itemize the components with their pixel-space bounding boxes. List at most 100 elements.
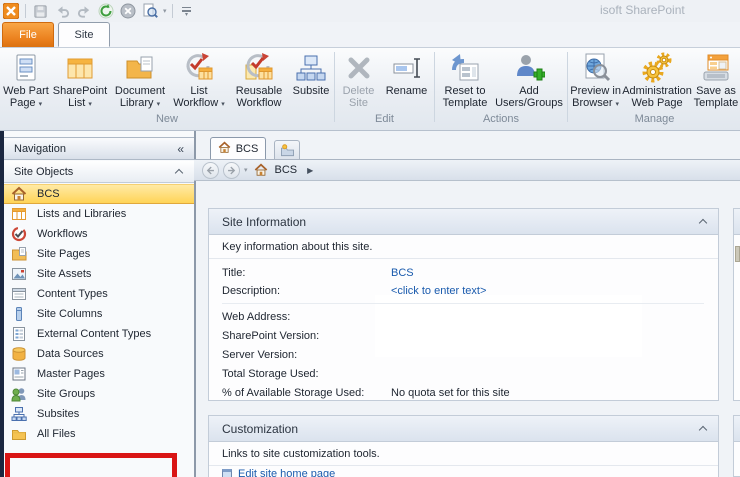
app-icon[interactable] (2, 2, 20, 20)
customization-header[interactable]: Customization (209, 416, 718, 442)
panel-title: Site Information (222, 214, 307, 229)
new-tab-button[interactable] (274, 140, 300, 159)
group-label-actions: Actions (482, 113, 520, 125)
field-label: Title: (222, 267, 246, 279)
redo-icon[interactable] (75, 2, 93, 20)
undo-icon[interactable] (53, 2, 71, 20)
customization-panel: Customization Links to site customizatio… (208, 415, 719, 477)
dropdown-caret-icon: ▾ (221, 101, 225, 108)
reusable-workflow-icon (243, 52, 275, 84)
qat-separator (171, 4, 173, 18)
quota-value: No quota set for this site (391, 387, 510, 399)
sidebar-item-lists-and-libraries[interactable]: Lists and Libraries (4, 204, 194, 224)
home-icon (218, 141, 231, 157)
site-information-panel: Site Information Key information about t… (208, 208, 719, 401)
sharepoint-list-button[interactable]: SharePoint List ▾ (50, 50, 110, 112)
panel-title: Customization (222, 421, 299, 436)
ribbon-tab-row: File Site (0, 22, 740, 47)
sidebar-item-workflows[interactable]: Workflows (4, 224, 194, 244)
pane-splitter[interactable] (194, 131, 196, 477)
delete-site-button: Delete Site (337, 50, 381, 112)
sidebar-item-all-files[interactable]: All Files (4, 424, 194, 444)
navigation-pane-header[interactable]: Navigation « (4, 137, 194, 160)
subsite-button[interactable]: Subsite (290, 50, 332, 112)
sidebar-item-external-content-types[interactable]: External Content Types (4, 324, 194, 344)
save-as-template-button[interactable]: Save as Template (692, 50, 740, 112)
red-highlight-annotation (5, 453, 177, 477)
sidebar-item-data-sources[interactable]: Data Sources (4, 344, 194, 364)
navigation-title: Navigation (14, 142, 66, 155)
rename-button[interactable]: Rename (381, 50, 433, 112)
sidebar-item-master-pages[interactable]: Master Pages (4, 364, 194, 384)
site-groups-icon (11, 386, 27, 402)
ribbon-group-manage: Preview in Browser ▾ Administration Web … (569, 50, 740, 128)
customize-qat-icon[interactable]: ▾ (178, 2, 196, 20)
sidebar-item-content-types[interactable]: Content Types (4, 284, 194, 304)
collapse-section-icon[interactable] (174, 168, 184, 178)
customization-subtitle: Links to site customization tools. (209, 442, 718, 466)
sidebar-item-site-groups[interactable]: Site Groups (4, 384, 194, 404)
reset-to-template-button[interactable]: Reset to Template (437, 50, 493, 112)
group-label-manage: Manage (634, 113, 675, 125)
field-label: SharePoint Version: (222, 330, 320, 342)
save-as-template-icon (700, 52, 732, 84)
collapse-pane-icon[interactable]: « (177, 142, 184, 156)
ribbon-separator (567, 52, 568, 122)
preview-icon[interactable] (141, 2, 159, 20)
tab-site[interactable]: Site (58, 22, 110, 47)
site-information-header[interactable]: Site Information (209, 209, 718, 235)
document-library-button[interactable]: Document Library ▾ (110, 50, 170, 112)
site-information-subtitle: Key information about this site. (209, 235, 718, 259)
sidebar-item-site-columns[interactable]: Site Columns (4, 304, 194, 324)
sidebar-item-bcs[interactable]: BCS (4, 184, 194, 204)
breadcrumb-bar: ▾ BCS ▶ (194, 159, 740, 181)
reset-to-template-icon (449, 52, 481, 84)
sharepoint-list-icon (64, 52, 96, 84)
preview-in-browser-button[interactable]: Preview in Browser ▾ (569, 50, 622, 112)
site-pages-icon (11, 246, 27, 262)
site-title-link[interactable]: BCS (391, 267, 414, 279)
content-types-icon (11, 286, 27, 302)
field-label: Description: (222, 285, 281, 297)
site-information-body: Title: BCS Description: <click to enter … (209, 259, 718, 400)
site-objects-title: Site Objects (14, 165, 74, 178)
add-users-groups-button[interactable]: Add Users/Groups (493, 50, 565, 112)
master-pages-icon (11, 366, 27, 382)
reusable-workflow-button[interactable]: Reusable Workflow (228, 50, 290, 112)
web-part-page-button[interactable]: Web Part Page ▾ (2, 50, 50, 112)
window-title: isoft SharePoint (600, 3, 685, 17)
all-files-icon (11, 426, 27, 442)
sidebar-item-subsites[interactable]: Subsites (4, 404, 194, 424)
site-objects-header[interactable]: Site Objects (4, 161, 194, 183)
list-workflow-button[interactable]: List Workflow ▾ (170, 50, 228, 112)
collapse-panel-icon[interactable] (698, 218, 708, 228)
sidebar-item-site-pages[interactable]: Site Pages (4, 244, 194, 264)
web-part-page-icon (10, 52, 42, 84)
field-label: Web Address: (222, 311, 291, 323)
dropdown-caret-icon: ▾ (615, 101, 620, 108)
breadcrumb[interactable]: BCS (275, 164, 298, 176)
sidebar-item-site-assets[interactable]: Site Assets (4, 264, 194, 284)
subsite-icon (295, 52, 327, 84)
breadcrumb-expand-icon[interactable]: ▶ (307, 166, 313, 175)
title-bar: ▾ ▾ isoft SharePoint (0, 0, 740, 22)
ribbon-separator (434, 52, 435, 122)
refresh-icon[interactable] (97, 2, 115, 20)
save-icon[interactable] (31, 2, 49, 20)
stop-icon[interactable] (119, 2, 137, 20)
recent-pages-caret-icon[interactable]: ▾ (244, 166, 248, 174)
forward-button[interactable] (223, 161, 240, 179)
ribbon-group-actions: Reset to Template Add Users/Groups Actio… (436, 50, 566, 128)
scrollbar-thumb[interactable] (735, 246, 740, 262)
administration-web-page-button[interactable]: Administration Web Page (622, 50, 692, 112)
site-columns-icon (11, 306, 27, 322)
site-description-link[interactable]: <click to enter text> (391, 285, 486, 297)
dropdown-caret-icon: ▾ (88, 101, 92, 108)
back-button[interactable] (202, 161, 219, 179)
preview-dropdown-caret-icon[interactable]: ▾ (163, 7, 167, 15)
collapse-panel-icon[interactable] (698, 425, 708, 435)
document-tab-bcs[interactable]: BCS (210, 137, 266, 159)
field-label: Server Version: (222, 349, 298, 361)
edit-site-home-page-link[interactable]: Edit site home page (222, 468, 335, 477)
tab-file[interactable]: File (2, 22, 54, 47)
